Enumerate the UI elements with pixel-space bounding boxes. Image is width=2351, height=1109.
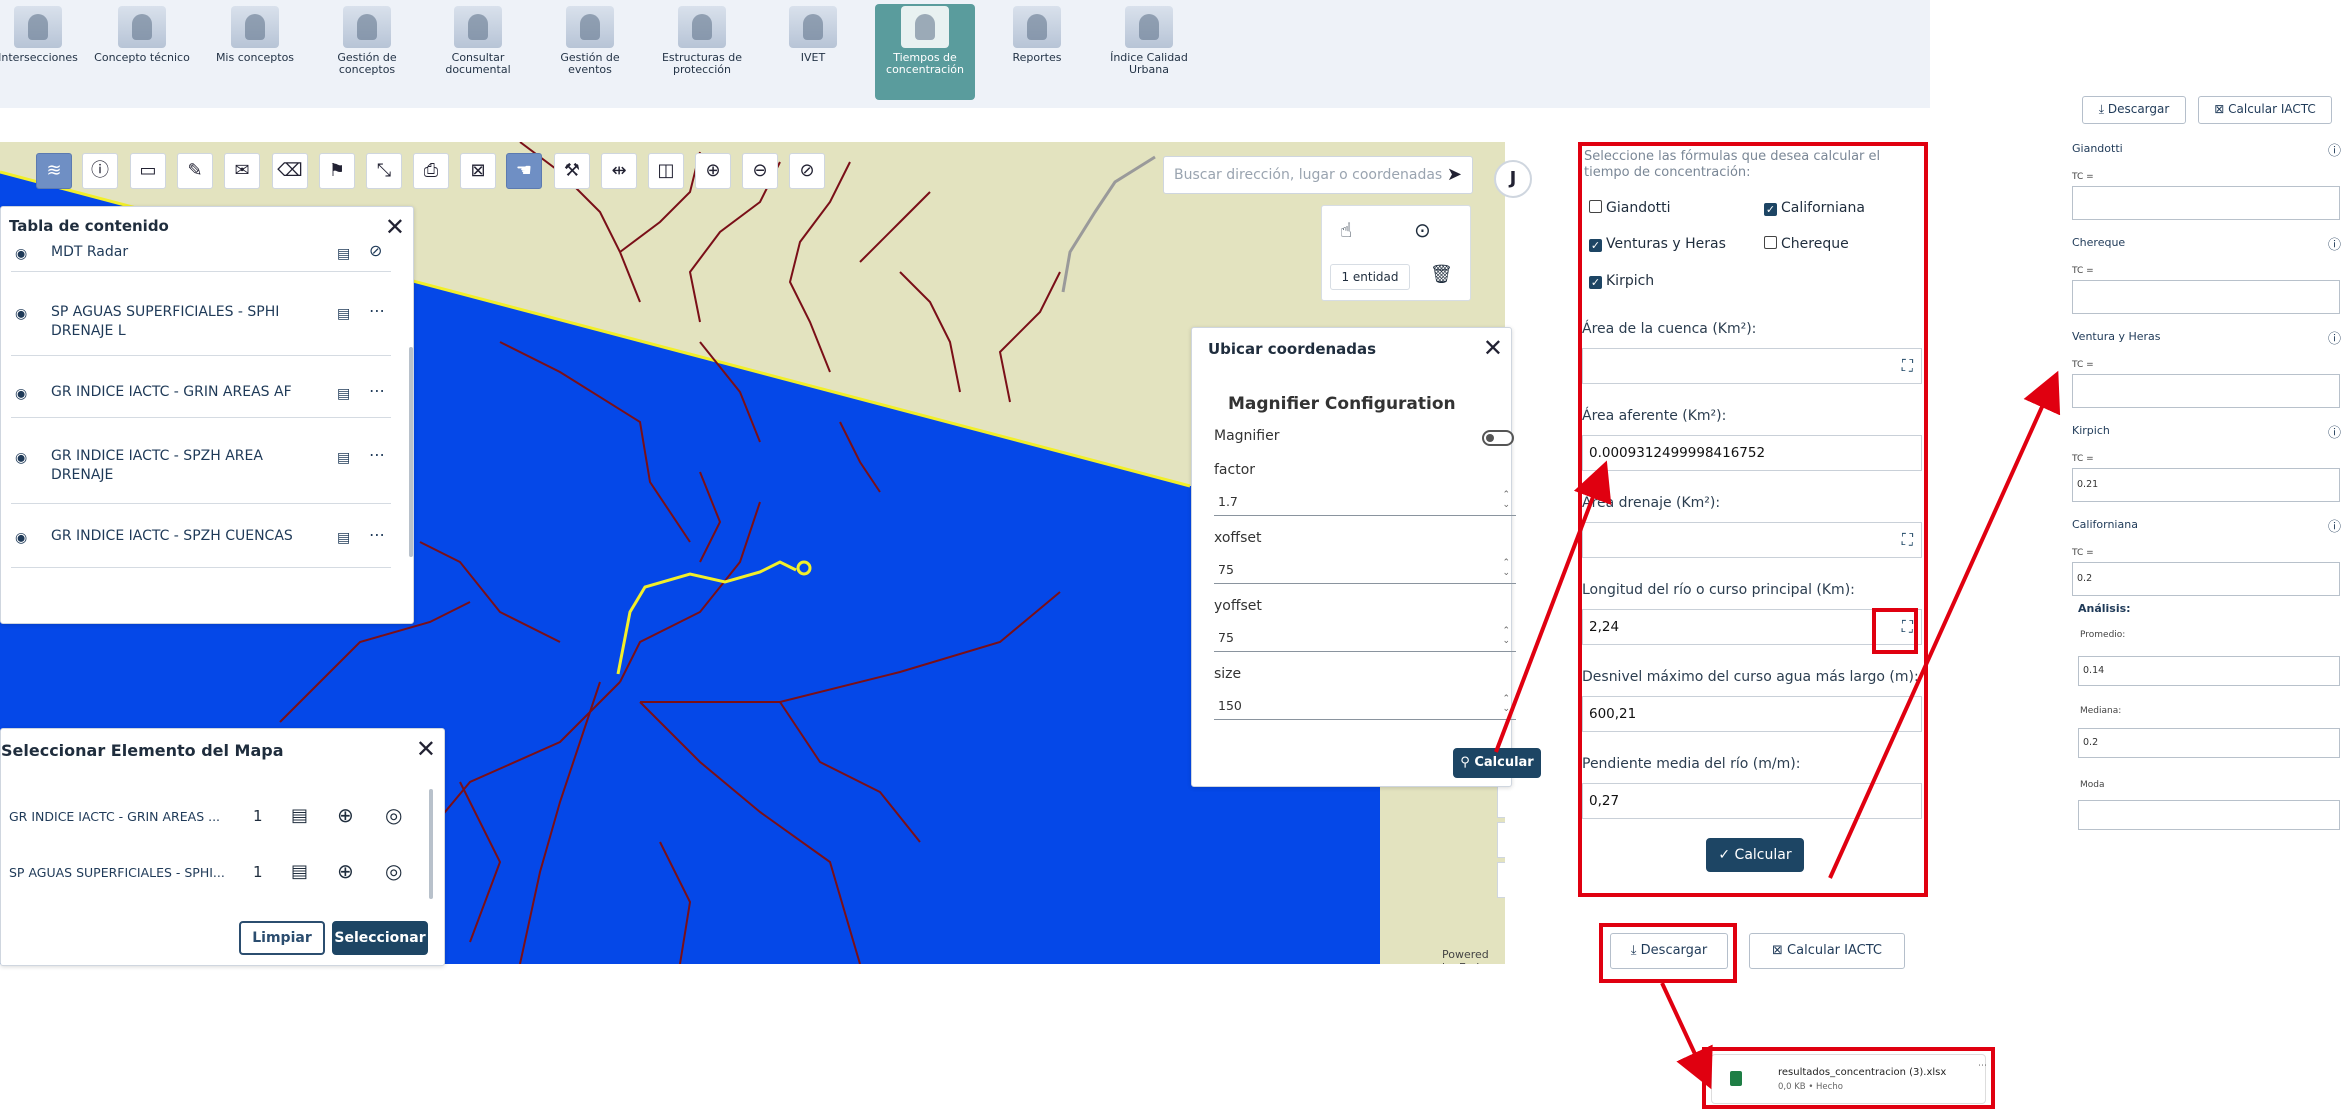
annotation-arrows xyxy=(1494,370,2061,1090)
annotation-arrow xyxy=(1494,460,1612,753)
annotation-arrow xyxy=(1660,982,1713,1090)
annotation-arrow xyxy=(1828,370,2061,879)
